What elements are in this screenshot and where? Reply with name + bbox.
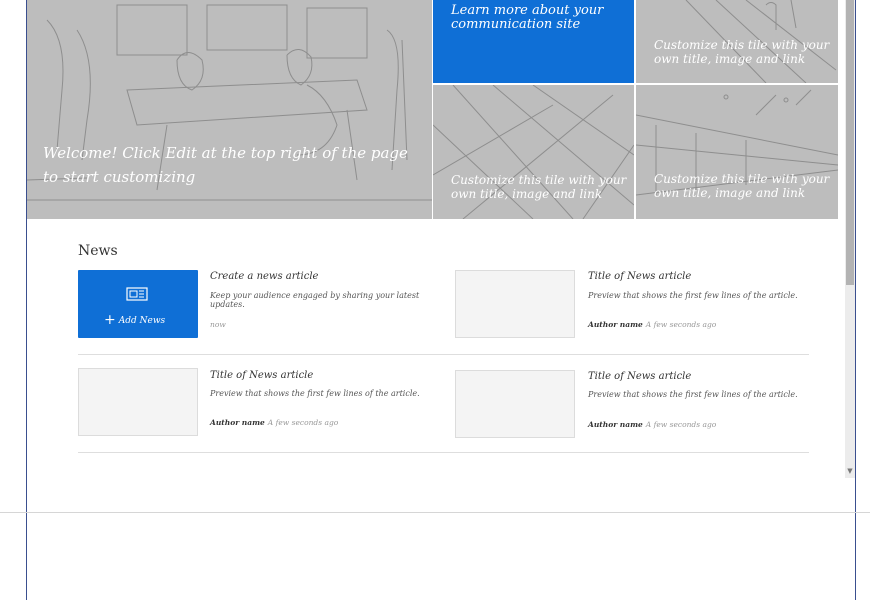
scroll-down-arrow-icon[interactable]: ▼ [845,466,855,476]
window-frame-right [855,0,856,600]
create-article-preview: Keep your audience engaged by sharing yo… [210,291,420,309]
customize-tile-bottom-right[interactable]: Customize this tile with your own title,… [636,85,838,219]
article-author: Author name [210,418,265,427]
article-preview: Preview that shows the first few lines o… [210,389,420,398]
article-meta: Author name A few seconds ago [210,418,338,427]
article-time: A few seconds ago [267,418,339,427]
customize-tile-text: Customize this tile with your own title,… [654,172,830,200]
create-article-time: now [210,320,226,329]
article-time: A few seconds ago [645,420,717,429]
article-time: A few seconds ago [645,320,717,329]
article-author: Author name [588,320,643,329]
article-title[interactable]: Title of News article [588,271,691,282]
article-author: Author name [588,420,643,429]
news-divider [78,354,809,355]
create-article-title[interactable]: Create a news article [210,271,318,282]
customize-tile-bottom-middle[interactable]: Customize this tile with your own title,… [433,85,634,219]
learn-more-tile-text: Learn more about your communication site [451,3,604,32]
hero-tile-text: Welcome! Click Edit at the top right of … [43,144,408,186]
page-bottom-divider [0,512,870,513]
article-preview: Preview that shows the first few lines o… [588,390,798,399]
customize-tile-text: Customize this tile with your own title,… [451,173,627,201]
plus-icon: + [104,312,116,328]
article-thumbnail[interactable] [455,370,575,438]
article-thumbnail[interactable] [455,270,575,338]
customize-tile-top-right[interactable]: Customize this tile with your own title,… [636,0,838,83]
article-meta: Author name A few seconds ago [588,420,716,429]
article-title[interactable]: Title of News article [210,370,313,381]
learn-more-tile[interactable]: Learn more about your communication site [433,0,634,83]
add-news-label: + Add News [104,312,166,328]
news-add-icon [126,287,148,301]
article-title[interactable]: Title of News article [588,371,691,382]
scrollbar-thumb[interactable] [846,0,854,285]
article-meta: Author name A few seconds ago [588,320,716,329]
news-heading: News [78,243,118,259]
add-news-button[interactable]: + Add News [78,270,198,338]
news-divider [78,452,809,453]
customize-tile-text: Customize this tile with your own title,… [654,38,830,66]
article-preview: Preview that shows the first few lines o… [588,291,798,300]
vertical-scrollbar[interactable]: ▼ [845,0,855,478]
article-thumbnail[interactable] [78,368,198,436]
hero-tile[interactable]: Welcome! Click Edit at the top right of … [27,0,432,219]
